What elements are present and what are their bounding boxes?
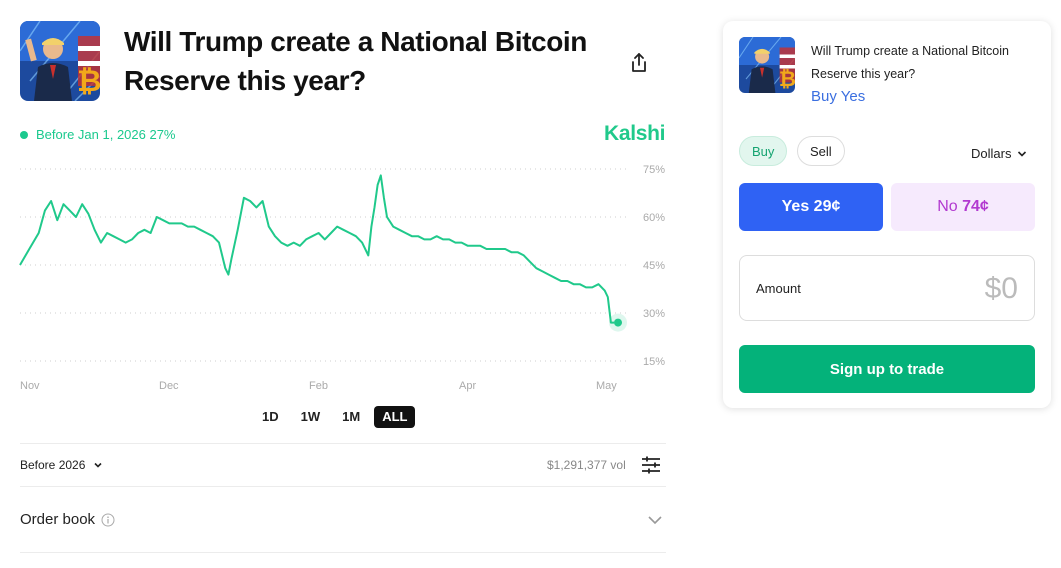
- card-thumbnail: ₿: [739, 37, 795, 93]
- market-title: Will Trump create a National Bitcoin Res…: [124, 26, 587, 96]
- order-book-label: Order book: [20, 511, 96, 528]
- range-1d-button[interactable]: 1D: [254, 406, 287, 428]
- expiry-dropdown[interactable]: Before 2026: [20, 458, 105, 472]
- chevron-down-icon: [1018, 150, 1027, 157]
- card-title: Will Trump create a National Bitcoin Res…: [811, 44, 1009, 81]
- yes-button[interactable]: Yes 29¢: [739, 183, 883, 231]
- chevron-down-icon: [94, 462, 102, 468]
- signup-button[interactable]: Sign up to trade: [739, 345, 1035, 393]
- amount-input[interactable]: Amount $0: [739, 255, 1035, 321]
- svg-text:₿: ₿: [77, 64, 100, 99]
- volume-label: $1,291,377 vol: [547, 458, 626, 472]
- y-tick-label: 30%: [643, 308, 665, 320]
- yes-price: 29¢: [813, 198, 841, 215]
- x-tick-label: Nov: [20, 380, 40, 392]
- expiry-label: Before 2026: [20, 458, 86, 472]
- no-button[interactable]: No 74¢: [891, 183, 1035, 231]
- divider: [20, 486, 666, 487]
- sliders-icon[interactable]: [641, 455, 661, 475]
- trade-card: ₿ Will Trump create a National Bitcoin R…: [723, 21, 1051, 408]
- info-icon: [101, 513, 115, 526]
- no-label: No: [937, 198, 958, 215]
- divider: [20, 443, 666, 444]
- legend-dot: [20, 130, 28, 139]
- range-all-button[interactable]: ALL: [374, 406, 416, 428]
- divider: [20, 552, 666, 553]
- chevron-down-icon[interactable]: [646, 512, 664, 528]
- y-tick-label: 45%: [643, 260, 665, 272]
- range-1m-button[interactable]: 1M: [334, 406, 368, 428]
- x-tick-label: Apr: [459, 380, 476, 392]
- price-chart: 75% 60% 45% 30% 15% Nov Dec Feb Apr May: [0, 160, 700, 400]
- chart-legend: Before Jan 1, 2026 27%: [20, 127, 176, 142]
- price-line: [19, 174, 614, 324]
- share-icon[interactable]: [627, 51, 651, 75]
- amount-label: Amount: [756, 281, 801, 296]
- svg-text:₿: ₿: [779, 67, 795, 91]
- brand-logo: Kalshi: [604, 122, 666, 145]
- y-tick-label: 75%: [643, 164, 665, 176]
- y-tick-label: 60%: [643, 212, 665, 224]
- end-point: [614, 318, 622, 327]
- x-tick-label: Dec: [159, 380, 179, 392]
- market-thumbnail: ₿: [20, 21, 100, 101]
- x-tick-label: Feb: [309, 380, 328, 392]
- legend-label: Before Jan 1, 2026 27%: [36, 127, 176, 142]
- currency-label: Dollars: [971, 146, 1012, 161]
- x-tick-label: May: [596, 380, 617, 392]
- buy-tab[interactable]: Buy: [739, 136, 788, 166]
- market-main: ₿ Will Trump create a National Bitcoin R…: [0, 0, 700, 568]
- currency-dropdown[interactable]: Dollars: [971, 146, 1029, 161]
- yes-label: Yes: [781, 198, 810, 215]
- sell-tab[interactable]: Sell: [797, 136, 845, 166]
- no-price: 74¢: [962, 198, 989, 215]
- range-1w-button[interactable]: 1W: [293, 406, 329, 428]
- card-action-label: Buy Yes: [811, 88, 866, 105]
- range-selector: 1D 1W 1M ALL: [254, 406, 416, 428]
- y-tick-label: 15%: [643, 356, 665, 368]
- amount-value: $0: [984, 272, 1018, 305]
- order-book-toggle[interactable]: Order book: [20, 511, 115, 528]
